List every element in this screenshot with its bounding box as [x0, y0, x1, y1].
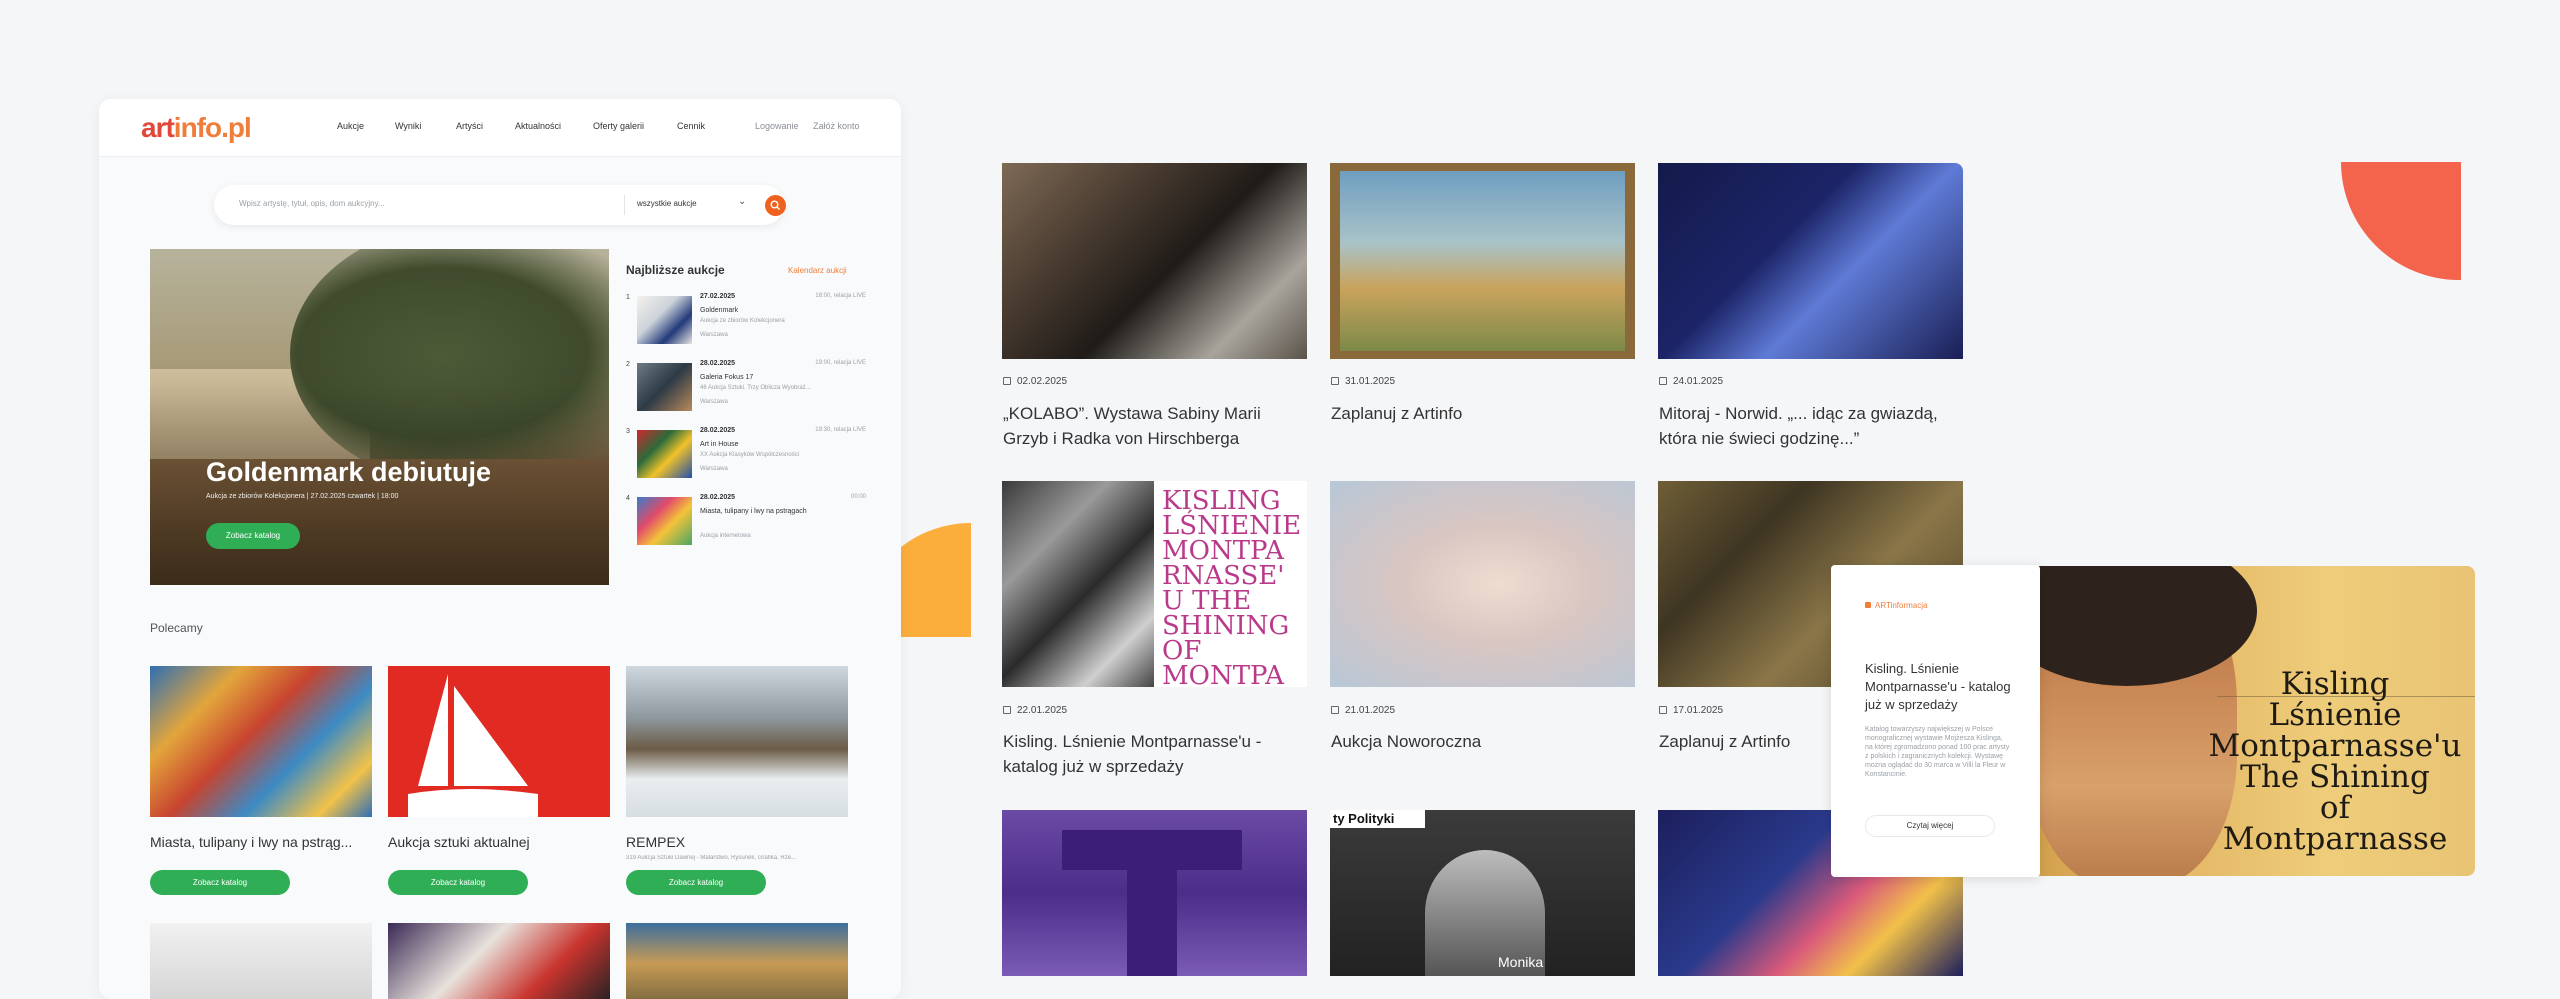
recommended-title: Polecamy	[150, 621, 203, 635]
calendar-icon	[1331, 377, 1339, 385]
news-date: 22.01.2025	[1003, 705, 1067, 716]
hero-title: Goldenmark debiutuje	[206, 457, 492, 487]
news-title[interactable]: „KOLABO”. Wystawa Sabiny Marii Grzyb i R…	[1003, 401, 1308, 451]
news-date: 02.02.2025	[1003, 376, 1067, 387]
tag-icon	[1865, 602, 1871, 608]
calendar-icon	[1331, 706, 1339, 714]
search-button[interactable]	[765, 195, 786, 216]
nav-aukcje[interactable]: Aukcje	[337, 121, 364, 131]
news-date: 24.01.2025	[1659, 376, 1723, 387]
news-image[interactable]	[1658, 163, 1963, 359]
catalog-button[interactable]: Zobacz katalog	[626, 870, 766, 895]
t-shape-stem	[1127, 865, 1177, 976]
calendar-icon	[1659, 377, 1667, 385]
recommended-card[interactable]: Aukcja sztuki aktualnej Zobacz katalog	[388, 666, 610, 895]
recommended-card-image	[388, 666, 610, 817]
calendar-icon	[1659, 706, 1667, 714]
recommended-card-image[interactable]	[150, 923, 372, 999]
nav-artysci[interactable]: Artyści	[456, 121, 483, 131]
hero-banner[interactable]: Goldenmark debiutuje Aukcja ze zbiorów K…	[150, 249, 609, 585]
news-date: 17.01.2025	[1659, 705, 1723, 716]
recommended-card[interactable]: REMPEX 319 Aukcja Sztuki Dawnej - Malars…	[626, 666, 848, 895]
popup-tag: ARTinformacja	[1865, 601, 1927, 610]
recommended-card-image	[626, 666, 848, 817]
banner-title: Kisling Lśnienie Montparnasse'u The Shin…	[2208, 666, 2462, 857]
calendar-icon	[1003, 706, 1011, 714]
hero-catalog-button[interactable]: Zobacz katalog	[206, 523, 300, 549]
popup-title: Kisling. Lśnienie Montparnasse'u - katal…	[1865, 661, 2011, 712]
read-more-button[interactable]: Czytaj więcej	[1865, 815, 1995, 837]
hero-subtitle: Aukcja ze zbiorów Kolekcjonera | 27.02.2…	[206, 493, 399, 500]
sailboat-graphic	[408, 674, 538, 817]
monika-label: Monika	[1498, 954, 1544, 970]
site-header: artinfo.pl Aukcje Wyniki Artyści Aktualn…	[99, 99, 901, 157]
search-input[interactable]: Wpisz artystę, tytuł, opis, dom aukcyjny…	[239, 199, 385, 208]
catalog-button[interactable]: Zobacz katalog	[150, 870, 290, 895]
kisling-banner[interactable]: Kisling Lśnienie Montparnasse'u The Shin…	[1987, 566, 2475, 876]
nav-oferty-galerii[interactable]: Oferty galerii	[593, 121, 644, 131]
recommended-card[interactable]: Miasta, tulipany i lwy na pstrąg... Zoba…	[150, 666, 372, 895]
recommended-card-image	[150, 666, 372, 817]
upcoming-auction-item[interactable]: 1 27.02.2025 18:00, relacja LIVE Goldenm…	[626, 293, 866, 354]
decor-quarter-circle-coral	[2341, 162, 2461, 280]
catalog-button[interactable]: Zobacz katalog	[388, 870, 528, 895]
nav-cennik[interactable]: Cennik	[677, 121, 705, 131]
recommended-card-image[interactable]	[388, 923, 610, 999]
recommended-card-image[interactable]	[626, 923, 848, 999]
news-title[interactable]: Zaplanuj z Artinfo	[1331, 401, 1636, 426]
auction-thumbnail	[637, 497, 692, 545]
auction-thumbnail	[637, 430, 692, 478]
register-link[interactable]: Załóż konto	[813, 121, 860, 131]
news-image[interactable]	[1002, 810, 1307, 976]
upcoming-auction-item[interactable]: 3 28.02.2025 19:30, relacja LIVE Art in …	[626, 427, 866, 488]
search-icon	[770, 200, 780, 210]
auction-thumbnail	[637, 296, 692, 344]
site-logo[interactable]: artinfo.pl	[141, 112, 252, 144]
upcoming-auction-item[interactable]: 4 28.02.2025 00:00 Miasta, tulipany i lw…	[626, 494, 866, 555]
auction-thumbnail	[637, 363, 692, 411]
polityka-label: ty Polityki	[1330, 810, 1425, 828]
search-bar: Wpisz artystę, tytuł, opis, dom aukcyjny…	[214, 185, 786, 225]
auction-calendar-link[interactable]: Kalendarz aukcji	[788, 266, 847, 275]
calendar-icon	[1003, 377, 1011, 385]
t-shape-top	[1062, 830, 1242, 870]
website-mockup: artinfo.pl Aukcje Wyniki Artyści Aktualn…	[99, 99, 901, 999]
news-image[interactable]: KISLING LŚNIENIE MONTPARNASSE'U THE SHIN…	[1002, 481, 1307, 687]
nav-wyniki[interactable]: Wyniki	[395, 121, 421, 131]
login-link[interactable]: Logowanie	[755, 121, 799, 131]
news-date: 31.01.2025	[1331, 376, 1395, 387]
painting-field-palms	[1340, 171, 1625, 351]
news-image[interactable]	[1002, 163, 1307, 359]
kisling-cover-small: KISLING LŚNIENIE MONTPARNASSE'U THE SHIN…	[1162, 486, 1302, 687]
news-title[interactable]: Kisling. Lśnienie Montparnasse'u - katal…	[1003, 729, 1308, 779]
nav-aktualnosci[interactable]: Aktualności	[515, 121, 561, 131]
news-image[interactable]	[1330, 481, 1635, 687]
chevron-down-icon[interactable]: ⌄	[738, 196, 746, 207]
article-popup: ARTinformacja Kisling. Lśnienie Montparn…	[1831, 565, 2040, 877]
news-title[interactable]: Mitoraj - Norwid. „... idąc za gwiazdą, …	[1659, 401, 1964, 451]
popup-text: Katalog towarzyszy największej w Polsce …	[1865, 726, 2010, 778]
search-divider	[624, 195, 625, 215]
news-image[interactable]	[1330, 163, 1635, 359]
upcoming-auctions-title: Najbliższe aukcje	[626, 263, 725, 277]
auction-type-select[interactable]: wszystkie aukcje	[637, 199, 697, 208]
news-title[interactable]: Aukcja Noworoczna	[1331, 729, 1636, 754]
news-image[interactable]: ty Polityki Monika	[1330, 810, 1635, 976]
news-date: 21.01.2025	[1331, 705, 1395, 716]
news-image-collage	[1002, 481, 1154, 687]
upcoming-auction-item[interactable]: 2 28.02.2025 19:00, relacja LIVE Galeria…	[626, 360, 866, 421]
